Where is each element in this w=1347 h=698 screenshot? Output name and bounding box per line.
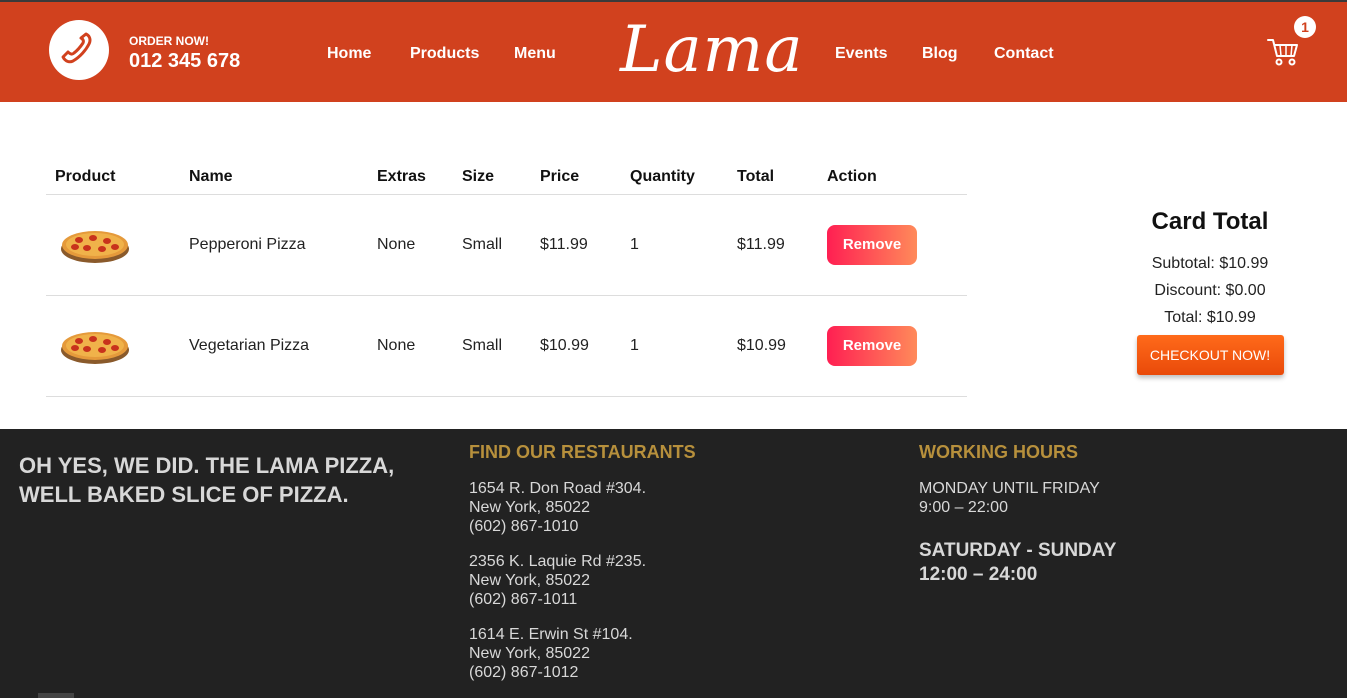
column-header-total: Total: [728, 160, 818, 195]
item-action-cell: Remove: [818, 194, 967, 296]
item-price: $10.99: [531, 295, 621, 397]
pizza-image: [61, 227, 129, 263]
order-phone-number: 012 345 678: [129, 50, 241, 72]
weekend-hours: SATURDAY - SUNDAY 12:00 – 24:00: [919, 539, 1116, 587]
item-size: Small: [453, 194, 531, 296]
item-price: $11.99: [531, 194, 621, 296]
cart-icon[interactable]: [1266, 36, 1300, 73]
column-header-extras: Extras: [368, 160, 453, 195]
product-image-cell: [46, 295, 180, 397]
restaurant-address: 1614 E. Erwin St #104. New York, 85022 (…: [469, 625, 633, 682]
discount-line: Discount: $0.00: [1154, 282, 1266, 299]
nav-link-menu[interactable]: Menu: [514, 45, 556, 63]
column-header-quantity: Quantity: [621, 160, 728, 195]
item-extras: None: [368, 295, 453, 397]
restaurant-street: 1654 R. Don Road #304.: [469, 480, 647, 497]
column-header-action: Action: [818, 160, 967, 195]
restaurant-phone: (602) 867-1010: [469, 518, 579, 535]
table-row: Vegetarian Pizza None Small $10.99 1 $10…: [46, 295, 967, 397]
restaurant-city: New York, 85022: [469, 499, 590, 516]
restaurant-phone: (602) 867-1012: [469, 664, 579, 681]
item-quantity: 1: [621, 194, 728, 296]
cart-table: Product Name Extras Size Price Quantity …: [46, 160, 967, 397]
order-now-label: ORDER NOW!: [129, 34, 209, 48]
restaurant-address: 1654 R. Don Road #304. New York, 85022 (…: [469, 479, 646, 536]
remove-button[interactable]: Remove: [827, 224, 917, 265]
nav-link-blog[interactable]: Blog: [922, 45, 958, 63]
column-header-product: Product: [46, 160, 180, 195]
nav-link-events[interactable]: Events: [835, 45, 887, 63]
nav-link-contact[interactable]: Contact: [994, 45, 1054, 63]
table-row: Pepperoni Pizza None Small $11.99 1 $11.…: [46, 194, 967, 296]
column-header-price: Price: [531, 160, 621, 195]
weekend-time: 12:00 – 24:00: [919, 564, 1038, 585]
checkout-button[interactable]: CHECKOUT NOW!: [1136, 335, 1284, 375]
remove-button[interactable]: Remove: [827, 325, 917, 366]
logo[interactable]: Lama: [620, 8, 804, 92]
restaurants-heading: FIND OUR RESTAURANTS: [469, 442, 696, 462]
weekday-label: MONDAY UNTIL FRIDAY: [919, 480, 1100, 497]
item-name: Vegetarian Pizza: [180, 295, 368, 397]
weekday-time: 9:00 – 22:00: [919, 499, 1008, 516]
pizza-image: [61, 328, 129, 364]
product-image-cell: [46, 194, 180, 296]
item-quantity: 1: [621, 295, 728, 397]
restaurant-street: 1614 E. Erwin St #104.: [469, 626, 633, 643]
nav-link-home[interactable]: Home: [327, 45, 371, 63]
item-size: Small: [453, 295, 531, 397]
footer-divider: [38, 693, 74, 698]
working-hours-heading: WORKING HOURS: [919, 442, 1078, 462]
restaurant-city: New York, 85022: [469, 572, 590, 589]
cart-total-title: Card Total: [1151, 208, 1269, 235]
nav-link-products[interactable]: Products: [410, 45, 479, 63]
restaurant-city: New York, 85022: [469, 645, 590, 662]
cart-count-badge: 1: [1294, 16, 1316, 38]
column-header-size: Size: [453, 160, 531, 195]
footer: OH YES, WE DID. THE LAMA PIZZA, WELL BAK…: [0, 429, 1347, 698]
item-name: Pepperoni Pizza: [180, 194, 368, 296]
item-action-cell: Remove: [818, 295, 967, 397]
footer-slogan: OH YES, WE DID. THE LAMA PIZZA, WELL BAK…: [19, 453, 395, 507]
cart-total-panel: Card Total Subtotal: $10.99 Discount: $0…: [1110, 208, 1310, 375]
phone-icon[interactable]: [49, 20, 109, 80]
total-line: Total: $10.99: [1164, 309, 1256, 326]
restaurant-street: 2356 K. Laquie Rd #235.: [469, 553, 647, 570]
item-total: $10.99: [728, 295, 818, 397]
item-extras: None: [368, 194, 453, 296]
item-total: $11.99: [728, 194, 818, 296]
table-header-row: Product Name Extras Size Price Quantity …: [46, 160, 967, 195]
weekend-label: SATURDAY - SUNDAY: [919, 540, 1117, 561]
column-header-name: Name: [180, 160, 368, 195]
restaurant-address: 2356 K. Laquie Rd #235. New York, 85022 …: [469, 552, 646, 609]
subtotal-line: Subtotal: $10.99: [1151, 255, 1269, 272]
weekday-hours: MONDAY UNTIL FRIDAY 9:00 – 22:00: [919, 479, 1100, 517]
restaurant-phone: (602) 867-1011: [469, 591, 578, 608]
navbar: ORDER NOW! 012 345 678 Home Products Men…: [0, 0, 1347, 102]
